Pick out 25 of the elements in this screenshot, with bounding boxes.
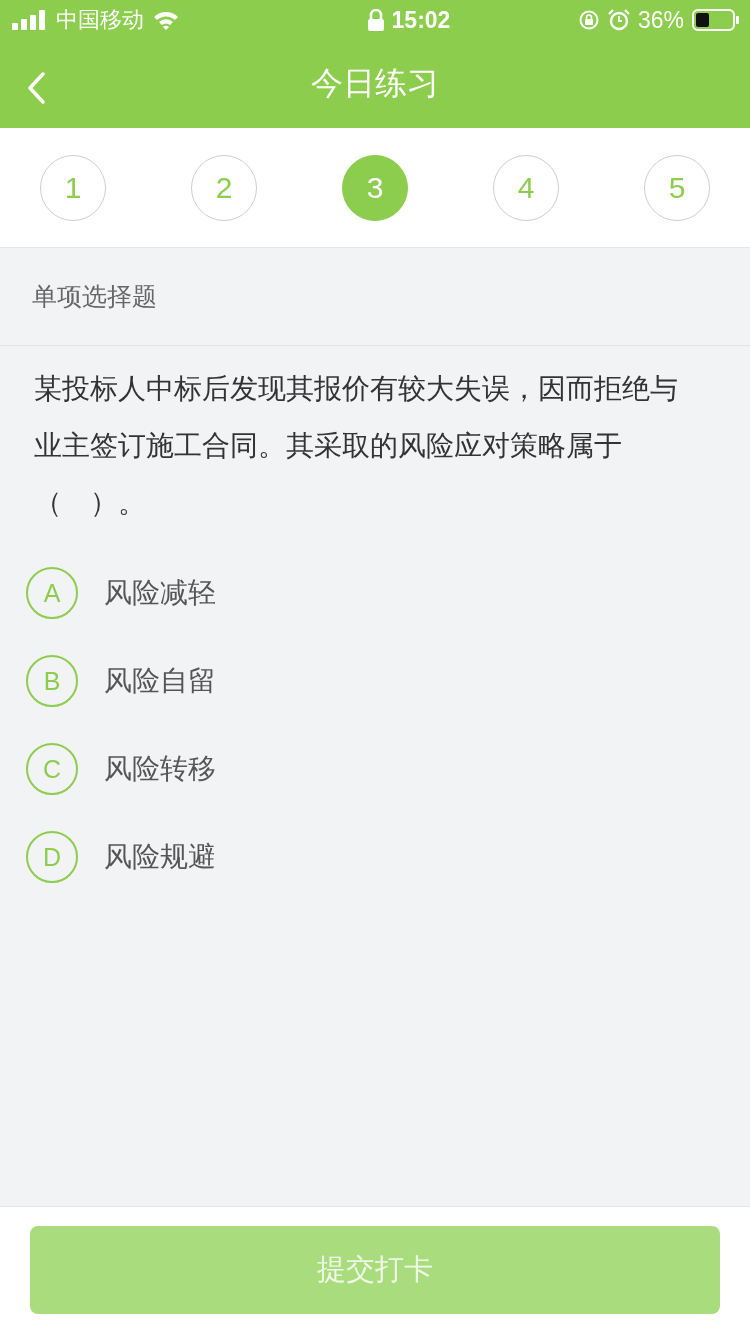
rotation-lock-icon (577, 9, 600, 31)
question-number-tab[interactable]: 4 (493, 154, 559, 221)
option-text[interactable]: 风险自留 (104, 662, 216, 700)
clock-time: 15:02 (391, 6, 451, 34)
option-letter[interactable]: C (26, 743, 78, 795)
option-letter[interactable]: D (26, 831, 78, 883)
carrier-name: 中国移动 (56, 6, 144, 34)
option-text[interactable]: 风险规避 (104, 838, 216, 876)
section-header: 单项选择题 (0, 248, 750, 346)
lock-icon (367, 9, 384, 31)
question-number-tab[interactable]: 1 (40, 154, 106, 221)
battery-percent: 36% (637, 6, 684, 34)
option-letter[interactable]: A (26, 567, 78, 619)
question-text: 某投标人中标后发现其报价有较大失误，因而拒绝与业主签订施工合同。其采取的风险应对策略属于（ ）。 (34, 371, 679, 521)
alarm-icon (607, 9, 630, 31)
page-title: 今日练习 (311, 63, 439, 104)
wifi-icon (152, 10, 180, 30)
question-number-tab[interactable]: 5 (644, 154, 710, 221)
question-number-tab[interactable]: 3 (342, 154, 408, 221)
signal-icon (12, 10, 48, 30)
battery-icon (692, 9, 740, 31)
option-letter[interactable]: B (26, 655, 78, 707)
option-text[interactable]: 风险减轻 (104, 574, 216, 612)
question-number-tab[interactable]: 2 (191, 154, 257, 221)
option-text[interactable]: 风险转移 (104, 750, 216, 788)
